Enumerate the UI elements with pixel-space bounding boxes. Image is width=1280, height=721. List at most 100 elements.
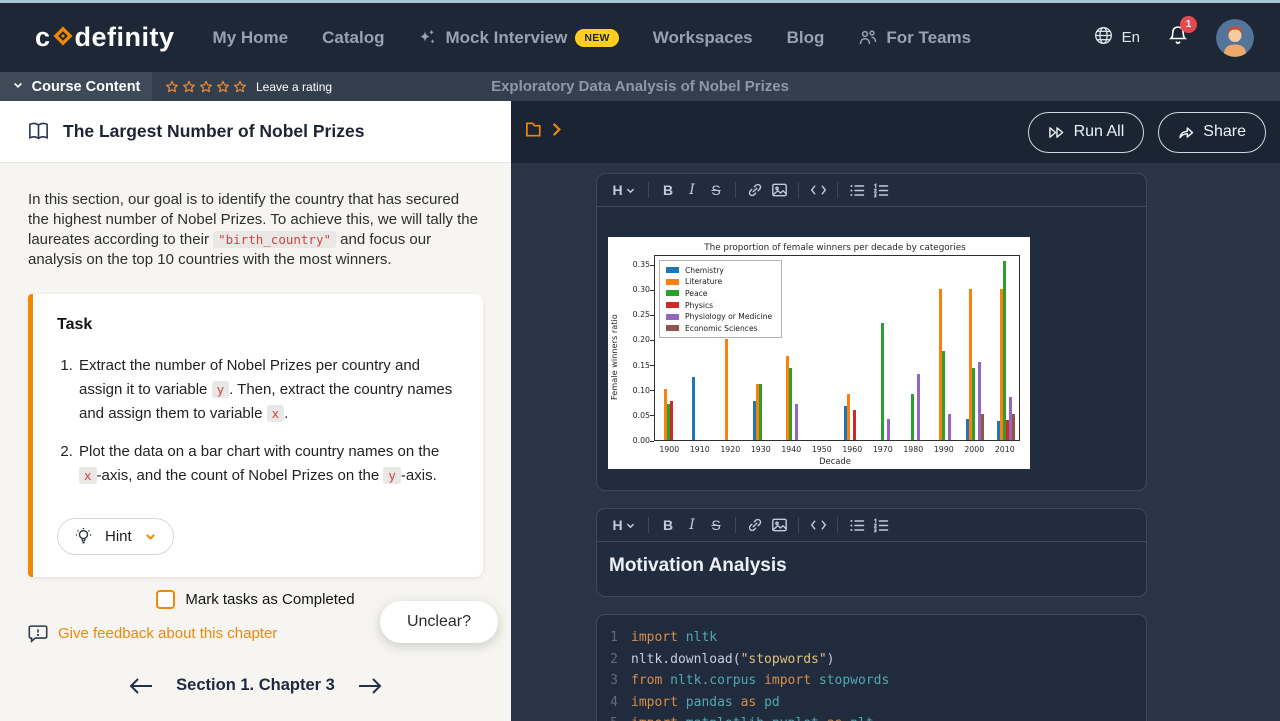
x-tick-label: 1930 xyxy=(751,445,771,454)
section-navigation: Section 1. Chapter 3 xyxy=(0,676,511,695)
code-icon[interactable] xyxy=(806,178,830,202)
link-icon[interactable] xyxy=(743,178,767,202)
bold-icon[interactable]: B xyxy=(656,513,680,537)
avatar[interactable] xyxy=(1216,19,1254,57)
notebook-cells: HBIS The proportion of female winners pe… xyxy=(596,173,1147,721)
chart-bar xyxy=(887,419,890,439)
image-icon[interactable] xyxy=(767,513,791,537)
code-cell: 1import nltk2nltk.download("stopwords")3… xyxy=(596,614,1147,721)
strikethrough-icon[interactable]: S xyxy=(704,178,728,202)
run-all-button[interactable]: Run All xyxy=(1028,112,1145,153)
ordered-list-icon[interactable] xyxy=(869,178,893,202)
chart-bar xyxy=(942,351,945,440)
lesson-title: The Largest Number of Nobel Prizes xyxy=(63,121,364,142)
heading-icon[interactable]: H xyxy=(607,513,641,537)
rating-star-icon[interactable] xyxy=(199,80,213,94)
course-content-toggle[interactable]: Course Content xyxy=(0,72,152,101)
toolbar-separator xyxy=(735,517,736,533)
y-tick-label: 0.05 xyxy=(616,411,650,420)
code-line: 4import pandas as pd xyxy=(597,692,1146,714)
chapter-feedback-link[interactable]: Give feedback about this chapter xyxy=(27,622,277,644)
nav-item-mock-interview[interactable]: Mock Interview NEW xyxy=(418,28,618,48)
markdown-cell-body[interactable]: The proportion of female winners per dec… xyxy=(597,207,1146,490)
markdown-heading[interactable]: Motivation Analysis xyxy=(597,542,1146,596)
chart-bar xyxy=(670,401,673,440)
nav-item-blog[interactable]: Blog xyxy=(787,28,825,48)
chart-title: The proportion of female winners per dec… xyxy=(648,243,1022,253)
new-badge: NEW xyxy=(575,29,618,47)
next-chapter-arrow-icon[interactable] xyxy=(358,677,382,695)
heading-icon[interactable]: H xyxy=(607,178,641,202)
globe-icon xyxy=(1093,25,1114,50)
share-button[interactable]: Share xyxy=(1158,112,1266,153)
y-tick-mark xyxy=(650,441,654,442)
top-navbar: c definity My Home Catalog Mock Intervie… xyxy=(0,3,1280,72)
chart-x-axis-label: Decade xyxy=(648,456,1022,466)
feedback-bubble-icon xyxy=(27,622,49,644)
leave-rating-label[interactable]: Leave a rating xyxy=(256,80,332,94)
chart-y-axis-label: Female winners ratio xyxy=(609,287,619,427)
nav-item-catalog[interactable]: Catalog xyxy=(322,28,384,48)
nav-item-my-home[interactable]: My Home xyxy=(213,28,289,48)
rating-star-icon[interactable] xyxy=(233,80,247,94)
code-line: 2nltk.download("stopwords") xyxy=(597,649,1146,671)
nav-item-for-teams[interactable]: For Teams xyxy=(858,28,971,48)
x-tick-label: 2000 xyxy=(964,445,984,454)
image-icon[interactable] xyxy=(767,178,791,202)
legend-entry: Physics xyxy=(666,299,772,311)
ordered-list-icon[interactable] xyxy=(869,513,893,537)
rating-star-icon[interactable] xyxy=(182,80,196,94)
legend-entry: Chemistry xyxy=(666,265,772,277)
line-number: 4 xyxy=(597,692,631,714)
bullet-list-icon[interactable] xyxy=(845,178,869,202)
markdown-cell-heading: HBIS Motivation Analysis xyxy=(596,508,1147,597)
line-number: 1 xyxy=(597,627,631,649)
rating-star-icon[interactable] xyxy=(216,80,230,94)
hint-button[interactable]: Hint xyxy=(57,518,174,555)
link-icon[interactable] xyxy=(743,513,767,537)
strikethrough-icon[interactable]: S xyxy=(704,513,728,537)
x-tick-label: 1920 xyxy=(720,445,740,454)
italic-icon[interactable]: I xyxy=(680,513,704,537)
italic-icon[interactable]: I xyxy=(680,178,704,202)
bullet-list-icon[interactable] xyxy=(845,513,869,537)
chart-bar xyxy=(917,374,920,439)
x-tick-label: 1950 xyxy=(812,445,832,454)
y-tick-label: 0.10 xyxy=(616,386,650,395)
chart-bar xyxy=(789,368,792,440)
nav-item-workspaces[interactable]: Workspaces xyxy=(653,28,753,48)
chart-bar xyxy=(847,394,850,440)
logo-text-left: c xyxy=(35,22,51,53)
chart-bar xyxy=(853,410,856,440)
codefinity-logo[interactable]: c definity xyxy=(35,21,175,54)
chart-bar xyxy=(692,377,695,440)
chevron-right-icon xyxy=(550,122,563,142)
y-tick-label: 0.00 xyxy=(616,436,650,445)
toolbar-separator xyxy=(648,182,649,198)
logo-text-right: definity xyxy=(75,22,175,53)
language-selector[interactable]: En xyxy=(1093,25,1140,50)
markdown-toolbar: HBIS xyxy=(597,174,1146,207)
mark-completed-checkbox[interactable] xyxy=(156,590,175,609)
text-segment: . xyxy=(284,405,288,422)
code-icon[interactable] xyxy=(806,513,830,537)
bold-icon[interactable]: B xyxy=(656,178,680,202)
rating-star-icon[interactable] xyxy=(165,80,179,94)
code-editor[interactable]: 1import nltk2nltk.download("stopwords")3… xyxy=(597,615,1146,721)
text-segment: -axis. xyxy=(401,467,437,484)
task-card: Task Extract the number of Nobel Prizes … xyxy=(28,294,483,577)
previous-chapter-arrow-icon[interactable] xyxy=(129,677,153,695)
file-breadcrumb[interactable] xyxy=(525,120,563,144)
feedback-label: Give feedback about this chapter xyxy=(58,625,277,642)
folder-icon xyxy=(525,120,544,144)
unclear-button[interactable]: Unclear? xyxy=(380,601,498,643)
chart-bar xyxy=(972,368,975,440)
section-chapter-label: Section 1. Chapter 3 xyxy=(176,676,335,695)
line-number: 5 xyxy=(597,713,631,721)
hint-label: Hint xyxy=(105,528,132,545)
notebook-topbar: Run All Share xyxy=(511,101,1280,163)
notifications-button[interactable]: 1 xyxy=(1166,23,1190,52)
code-text: from nltk.corpus import stopwords xyxy=(631,670,889,692)
code-text: import nltk xyxy=(631,627,717,649)
lesson-header: The Largest Number of Nobel Prizes xyxy=(0,101,511,163)
